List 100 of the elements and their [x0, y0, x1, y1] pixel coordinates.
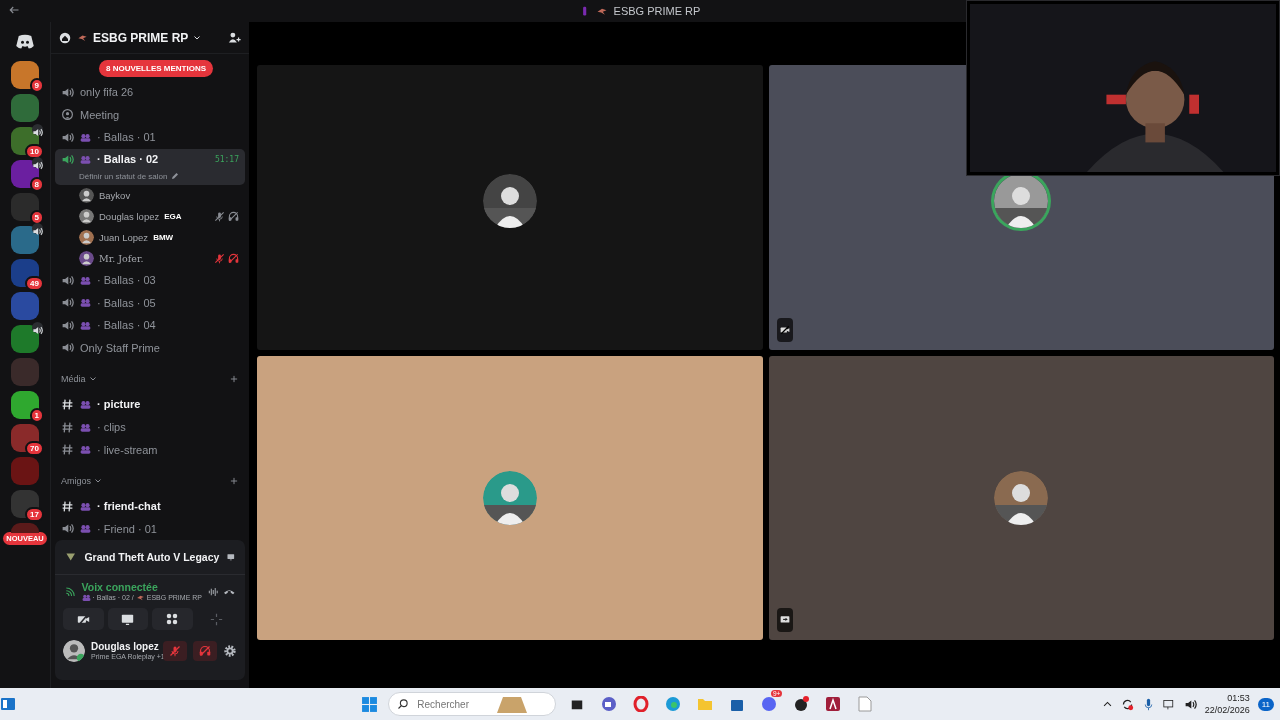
- unread-badge: 8: [29, 177, 44, 192]
- screen-share-icon: [227, 551, 235, 563]
- network-icon: [1162, 697, 1176, 711]
- people-icon: [80, 500, 91, 512]
- unread-badge: 1: [29, 408, 44, 423]
- video-tile[interactable]: [768, 355, 1274, 640]
- member-tag: BMW: [153, 232, 174, 242]
- channel-item[interactable]: only fifa 26: [55, 81, 245, 104]
- people-icon: [80, 319, 91, 331]
- signal-icon: [65, 584, 76, 599]
- plus-icon: [229, 374, 239, 385]
- camera-off-icon: [779, 324, 790, 335]
- channel-item[interactable]: · live-stream: [55, 438, 245, 461]
- clock-date[interactable]: 22/02/2026: [1204, 704, 1250, 716]
- bird-icon: [135, 593, 145, 602]
- channel-item[interactable]: · Ballas · 05: [55, 291, 245, 314]
- hang-up-icon[interactable]: [224, 588, 235, 595]
- speaker-icon: [32, 226, 43, 237]
- windows-start-icon: [361, 695, 379, 713]
- headphones-off-icon: [228, 252, 239, 264]
- video-tile[interactable]: [257, 65, 763, 350]
- deafen-button[interactable]: [193, 641, 217, 661]
- speaker-icon: [61, 341, 74, 355]
- people-icon: [80, 398, 91, 410]
- hash-icon: [61, 397, 74, 411]
- speaker-icon: [32, 325, 43, 336]
- channel-item[interactable]: Only Staff Prime: [55, 336, 245, 360]
- channel-item[interactable]: · friend-chat: [55, 494, 245, 518]
- user-avatar[interactable]: [63, 640, 85, 662]
- screen-share-button[interactable]: [107, 608, 148, 630]
- user-avatar: [79, 250, 94, 266]
- settings-icon: [223, 644, 237, 658]
- people-icon: [80, 421, 91, 433]
- search-field[interactable]: Rechercher: [388, 692, 557, 716]
- member-tag: EGA: [164, 211, 182, 221]
- username[interactable]: Douglas lopez: [91, 640, 157, 652]
- speaker-icon: [61, 273, 74, 287]
- mute-button[interactable]: [163, 641, 187, 661]
- speaker-icon: [61, 522, 74, 536]
- hash-icon: [61, 443, 74, 457]
- people-icon: [80, 523, 91, 535]
- mic-off-icon: [214, 252, 225, 264]
- sidebar-icon: [0, 696, 16, 712]
- chevron-down-icon: [193, 33, 202, 42]
- mic-off-icon: [169, 645, 181, 657]
- member-name[interactable]: Mr. Jofer.: [99, 252, 144, 264]
- people-icon: [80, 132, 91, 143]
- notification-count[interactable]: 11: [1257, 697, 1274, 711]
- search-input[interactable]: Rechercher: [415, 697, 490, 711]
- member-name[interactable]: Baykov: [99, 189, 131, 201]
- pencil-icon: [170, 172, 179, 181]
- user-avatar: [79, 229, 94, 245]
- camera-button[interactable]: [63, 608, 104, 630]
- speaker-icon: [32, 127, 43, 138]
- screen-share-icon: [121, 612, 135, 626]
- user-avatar: [79, 208, 94, 224]
- search-highlight-icon: [495, 695, 530, 713]
- activities-button[interactable]: [152, 608, 193, 630]
- member-name[interactable]: Juan Lopez: [99, 231, 149, 243]
- back-arrow-icon: [8, 4, 20, 16]
- channel-item[interactable]: · Ballas · 01: [55, 126, 245, 149]
- category-label[interactable]: Amigos: [61, 475, 91, 486]
- speaker-icon: [61, 131, 74, 144]
- add-member-icon: [228, 31, 241, 44]
- channel-item[interactable]: · Ballas · 02 51:17 Définir un statut de salon: [55, 148, 245, 185]
- speaker-icon: [32, 160, 43, 171]
- hash-icon: [61, 420, 74, 434]
- plus-icon: [229, 475, 239, 486]
- stage-icon: [61, 108, 74, 122]
- channel-item[interactable]: Meeting: [55, 103, 245, 127]
- home-icon: [59, 31, 71, 44]
- people-icon: [80, 297, 91, 309]
- user-avatar: [79, 187, 94, 203]
- unread-badge: 10: [25, 144, 44, 159]
- channel-item[interactable]: · Friend · 01: [55, 517, 245, 540]
- people-icon: [81, 593, 91, 602]
- channel-item[interactable]: · clips: [55, 415, 245, 439]
- video-tile[interactable]: [257, 355, 763, 640]
- people-icon: [80, 444, 91, 456]
- headphones-off-icon: [199, 645, 211, 657]
- channel-item[interactable]: · Ballas · 04: [55, 313, 245, 337]
- volume-icon: [1183, 697, 1197, 711]
- search-icon: [397, 698, 410, 710]
- mentions-badge[interactable]: 8 NOUVELLES MENTIONS: [99, 60, 213, 77]
- screen-share-icon: [779, 615, 790, 625]
- member-name[interactable]: Douglas lopez: [99, 210, 160, 222]
- clock-time[interactable]: 01:53: [1204, 692, 1250, 704]
- channel-item[interactable]: · picture: [55, 393, 245, 416]
- call-timer: 51:17: [214, 154, 239, 164]
- speaker-icon: [61, 296, 74, 310]
- channel-status[interactable]: Définir un statut de salon: [79, 171, 168, 181]
- chevron-down-icon: [94, 476, 102, 485]
- channel-item[interactable]: · Ballas · 03: [55, 268, 245, 292]
- server-name[interactable]: ESBG PRIME RP: [93, 30, 189, 45]
- category-label[interactable]: Média: [61, 374, 86, 385]
- unread-badge: 9: [29, 78, 44, 93]
- voice-status: Voix connectée: [81, 581, 159, 593]
- people-icon: [80, 153, 91, 165]
- bird-icon: [77, 32, 88, 43]
- hash-icon: [61, 499, 74, 513]
